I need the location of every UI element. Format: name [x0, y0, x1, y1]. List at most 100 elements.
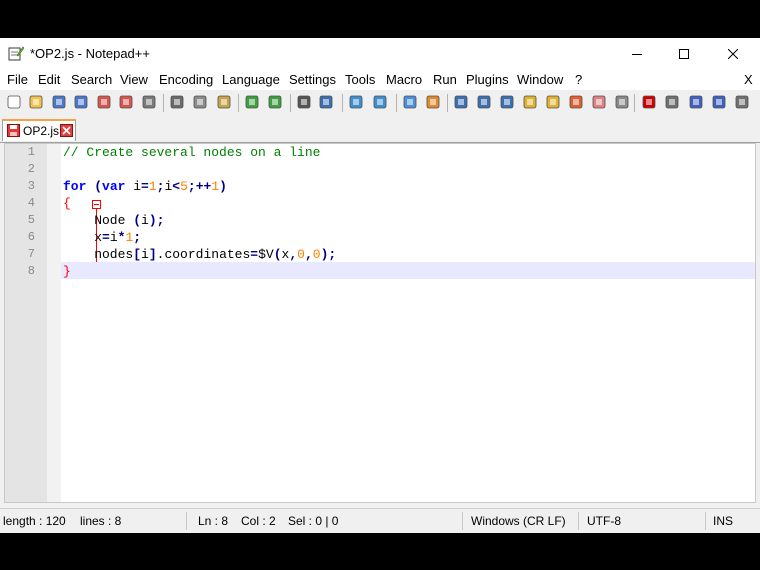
code-token: Node: [63, 213, 134, 228]
stop-record-icon[interactable]: [664, 94, 680, 110]
print-icon[interactable]: [141, 94, 157, 110]
run-macro-multiple-icon[interactable]: [711, 94, 727, 110]
code-line: Node (i);: [63, 212, 164, 229]
sync-horizontal-icon[interactable]: [425, 94, 441, 110]
code-token: =: [102, 230, 110, 245]
save-all-icon[interactable]: [73, 94, 89, 110]
code-token: );: [320, 247, 337, 262]
close-window-button[interactable]: [710, 38, 756, 70]
code-token: =: [141, 179, 149, 194]
line-number-gutter: 1 2 3 4 5 6 7 8: [5, 144, 47, 502]
find-icon[interactable]: [296, 94, 312, 110]
code-token: i: [141, 213, 149, 228]
copy-icon[interactable]: [192, 94, 208, 110]
word-wrap-icon[interactable]: [453, 94, 469, 110]
menu-view[interactable]: View: [120, 72, 148, 87]
maximize-button[interactable]: [661, 38, 707, 70]
code-line: x=i*1;: [63, 229, 141, 246]
code-token: (: [273, 247, 282, 262]
line-number: 3: [27, 179, 35, 193]
tab-label: OP2.js: [23, 124, 60, 138]
code-token: {: [63, 196, 71, 211]
code-token: var: [102, 179, 126, 194]
play-macro-icon[interactable]: [688, 94, 704, 110]
title-bar: *OP2.js - Notepad++: [0, 38, 760, 70]
line-number: 4: [27, 196, 35, 210]
close-icon[interactable]: [96, 94, 112, 110]
code-token: ): [219, 179, 227, 194]
menu-tools[interactable]: Tools: [345, 72, 375, 87]
line-number: 7: [27, 247, 35, 261]
menu-macro[interactable]: Macro: [386, 72, 422, 87]
code-token: ,: [304, 247, 313, 262]
line-number: 8: [27, 264, 35, 278]
fold-margin: [47, 144, 101, 502]
code-line: }: [63, 263, 71, 280]
redo-icon[interactable]: [267, 94, 283, 110]
window-title: *OP2.js - Notepad++: [30, 46, 150, 61]
code-token: for: [63, 179, 87, 194]
status-separator: [578, 512, 579, 530]
function-list-icon[interactable]: [568, 94, 584, 110]
menu-run[interactable]: Run: [433, 72, 457, 87]
doc-map-icon[interactable]: [545, 94, 561, 110]
line-number: 2: [27, 162, 35, 176]
close-document-x[interactable]: X: [744, 72, 753, 87]
status-separator: [186, 512, 187, 530]
current-line-highlight: [61, 262, 755, 279]
code-token: i: [109, 230, 118, 245]
replace-icon[interactable]: [318, 94, 334, 110]
fold-collapse-icon[interactable]: [92, 200, 101, 209]
code-line: nodes[i].coordinates=$V(x,0,0);: [63, 246, 336, 263]
save-macro-icon[interactable]: [734, 94, 750, 110]
menu-edit[interactable]: Edit: [38, 72, 60, 87]
status-encoding[interactable]: UTF-8: [587, 514, 621, 528]
menu-settings[interactable]: Settings: [289, 72, 336, 87]
close-all-icon[interactable]: [118, 94, 134, 110]
line-number: 1: [27, 145, 35, 159]
status-insert-mode[interactable]: INS: [713, 514, 733, 528]
status-separator: [462, 512, 463, 530]
menu-window[interactable]: Window: [517, 72, 563, 87]
code-token: ]: [148, 247, 157, 262]
status-eol[interactable]: Windows (CR LF): [471, 514, 566, 528]
zoom-out-icon[interactable]: [372, 94, 388, 110]
toolbar-separator: [290, 94, 291, 112]
status-separator: [705, 512, 706, 530]
minimize-button[interactable]: [614, 38, 660, 70]
indent-guide-icon[interactable]: [499, 94, 515, 110]
menu-bar: File Edit Search View Encoding Language …: [0, 70, 760, 90]
code-token: 1: [148, 179, 157, 194]
undo-icon[interactable]: [244, 94, 260, 110]
cut-icon[interactable]: [169, 94, 185, 110]
paste-icon[interactable]: [216, 94, 232, 110]
toolbar-separator: [396, 94, 397, 112]
unsaved-file-icon: [7, 124, 20, 137]
tab-op2-js[interactable]: OP2.js: [2, 119, 76, 141]
show-all-chars-icon[interactable]: [476, 94, 492, 110]
save-icon[interactable]: [51, 94, 67, 110]
new-file-icon[interactable]: [6, 94, 22, 110]
code-editor[interactable]: 1 2 3 4 5 6 7 8 // Create several nodes on a li…: [4, 143, 756, 503]
sync-vertical-icon[interactable]: [402, 94, 418, 110]
tab-close-icon[interactable]: [60, 124, 73, 137]
folder-workspace-icon[interactable]: [591, 94, 607, 110]
monitoring-icon[interactable]: [614, 94, 630, 110]
menu-language[interactable]: Language: [222, 72, 280, 87]
code-token: }: [63, 264, 71, 279]
menu-file[interactable]: File: [7, 72, 28, 87]
status-bar: length : 120 lines : 8 Ln : 8 Col : 2 Se…: [0, 508, 760, 533]
record-macro-icon[interactable]: [641, 94, 657, 110]
menu-help[interactable]: ?: [575, 72, 582, 87]
menu-encoding[interactable]: Encoding: [159, 72, 213, 87]
code-token: (: [94, 179, 103, 194]
minimize-icon: [632, 54, 642, 55]
line-number: 5: [27, 213, 35, 227]
open-file-icon[interactable]: [28, 94, 44, 110]
code-token: =: [250, 247, 259, 262]
zoom-in-icon[interactable]: [348, 94, 364, 110]
menu-search[interactable]: Search: [71, 72, 112, 87]
user-language-icon[interactable]: [522, 94, 538, 110]
toolbar-separator: [163, 94, 164, 112]
menu-plugins[interactable]: Plugins: [466, 72, 509, 87]
